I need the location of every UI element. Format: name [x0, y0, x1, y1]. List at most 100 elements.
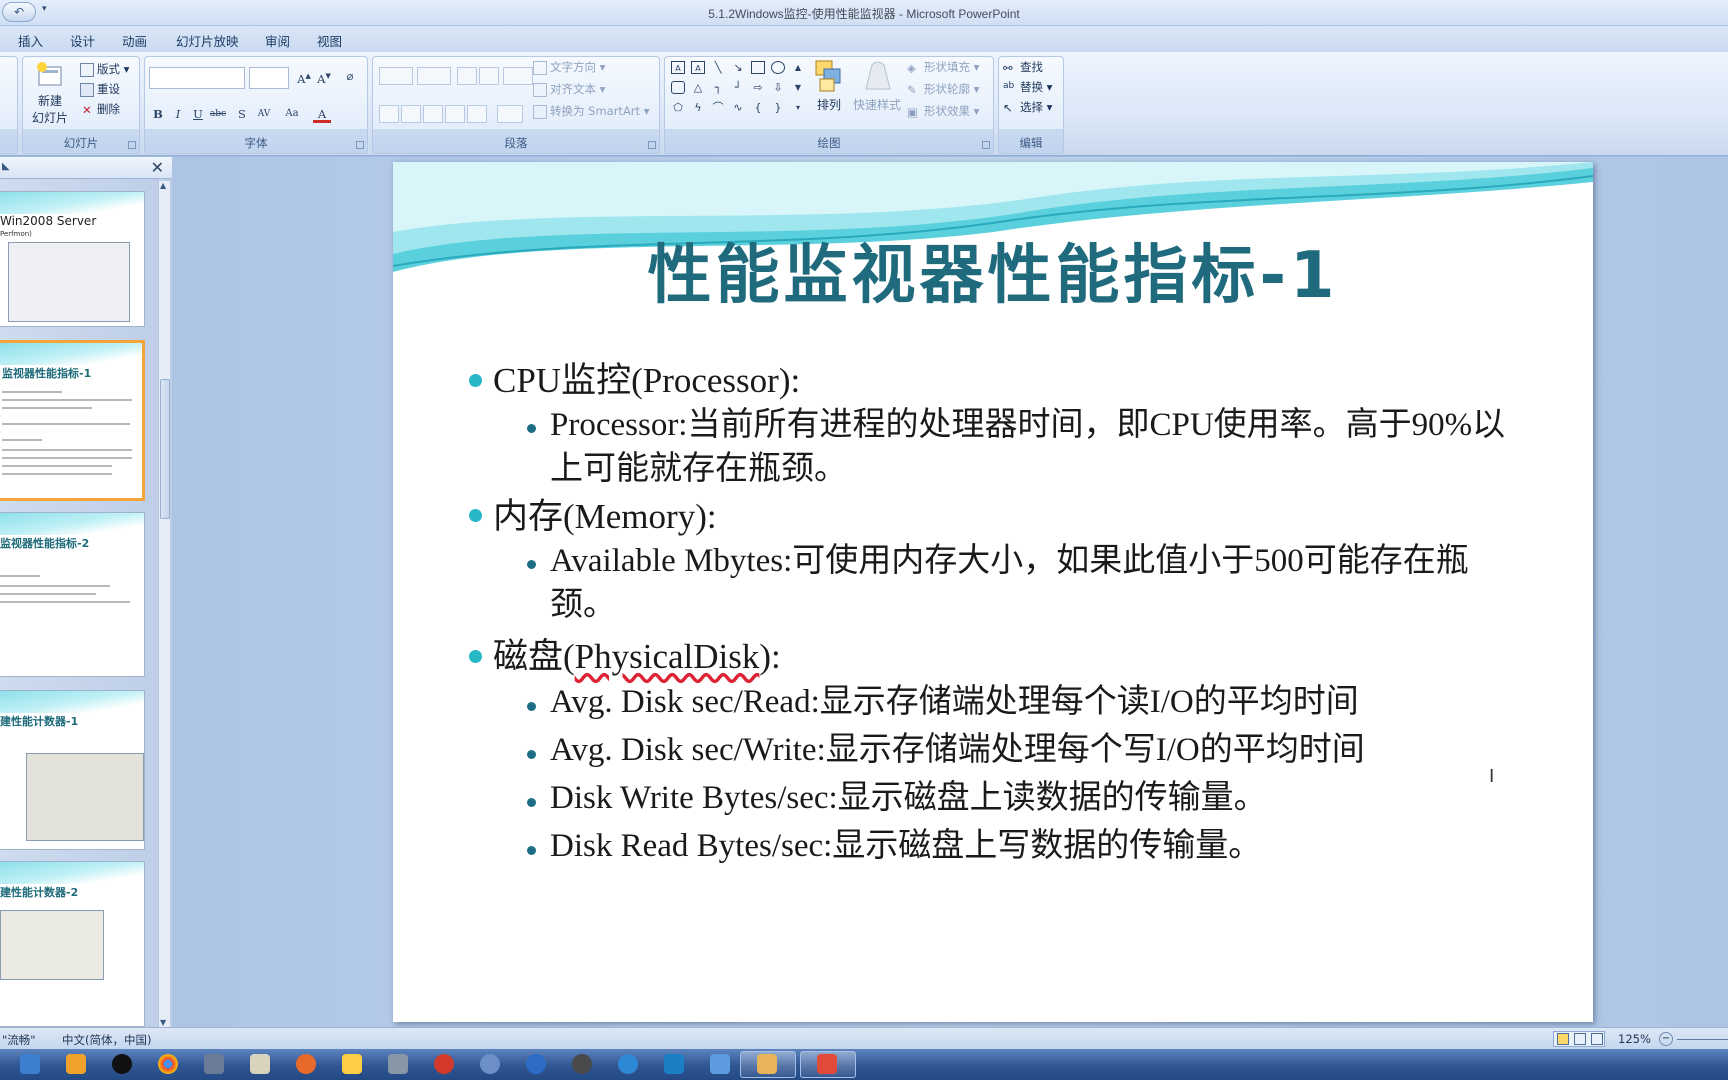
panel-close-icon[interactable]: ✕ [151, 158, 164, 177]
line-spacing-icon[interactable] [503, 67, 533, 85]
line-icon[interactable]: ╲ [711, 61, 725, 74]
media-player-icon[interactable] [66, 1054, 86, 1074]
align-center-icon[interactable] [401, 105, 421, 123]
scroll-down-icon[interactable]: ▼ [160, 1018, 166, 1027]
terminal-icon[interactable] [388, 1054, 408, 1074]
text-direction-button[interactable]: 文字方向 ▾ [533, 59, 605, 75]
scroll-up-icon[interactable]: ▲ [160, 181, 166, 190]
bold-icon[interactable]: B [149, 105, 167, 123]
rounded-rect-icon[interactable] [671, 81, 685, 94]
chrome-icon[interactable] [158, 1054, 178, 1074]
justify-icon[interactable] [445, 105, 465, 123]
drawing-group-launcher-icon[interactable] [982, 141, 990, 149]
slide-thumbnail[interactable]: 建性能计数器-1 [0, 690, 145, 850]
zoom-slider[interactable] [1677, 1039, 1728, 1040]
font-size-combo[interactable] [249, 67, 289, 89]
font-color-icon[interactable]: A [313, 105, 331, 123]
tab-design[interactable]: 设计 [70, 31, 95, 50]
sync-icon[interactable] [480, 1054, 500, 1074]
shape-outline-button[interactable]: ✎ 形状轮廓 ▾ [907, 81, 979, 97]
replace-button[interactable]: ab 替换 ▾ [1003, 79, 1052, 95]
align-left-icon[interactable] [379, 105, 399, 123]
oval-icon[interactable] [771, 61, 785, 74]
right-brace-icon[interactable]: } [771, 101, 785, 114]
view-buttons[interactable] [1553, 1031, 1605, 1047]
increase-indent-icon[interactable] [479, 67, 499, 85]
elbow-arrow-icon[interactable]: ┘ [731, 81, 745, 94]
browser-icon[interactable] [572, 1054, 592, 1074]
convert-smartart-button[interactable]: 转换为 SmartArt ▾ [533, 103, 649, 119]
network-icon[interactable] [664, 1054, 684, 1074]
firefox-icon[interactable] [296, 1054, 316, 1074]
slideshow-view-icon[interactable] [1591, 1033, 1603, 1045]
right-arrow-icon[interactable]: ⇨ [751, 81, 765, 94]
arc-icon[interactable]: ⌒ [711, 101, 725, 114]
slide-canvas[interactable]: 性能监视器性能指标-1 CPU监控(Processor): Processor:… [393, 162, 1593, 1022]
tab-insert[interactable]: 插入 [18, 31, 43, 50]
pentagon-icon[interactable]: ⬠ [671, 101, 685, 114]
slides-group-launcher-icon[interactable] [128, 141, 136, 149]
map-pin-icon[interactable] [434, 1054, 454, 1074]
tab-slideshow[interactable]: 幻灯片放映 [176, 31, 239, 50]
gallery-down-icon[interactable]: ▼ [791, 81, 805, 94]
explorer-icon[interactable] [20, 1054, 40, 1074]
vertical-textbox-icon[interactable]: A [691, 61, 705, 74]
shape-fill-button[interactable]: ◈ 形状填充 ▾ [907, 59, 979, 75]
panel-tab-icon[interactable]: ◣ [2, 161, 10, 172]
freeform-icon[interactable]: ∿ [731, 101, 745, 114]
tab-animation[interactable]: 动画 [122, 31, 147, 50]
zoom-level[interactable]: 125% [1618, 1032, 1651, 1046]
arrange-button[interactable]: 排列 [811, 59, 847, 123]
gallery-more-icon[interactable]: ▾ [791, 101, 805, 114]
italic-icon[interactable]: I [169, 105, 187, 123]
tab-view[interactable]: 视图 [317, 31, 342, 50]
sorter-view-icon[interactable] [1574, 1033, 1586, 1045]
panel-scrollbar[interactable]: ▲ ▼ [158, 181, 170, 1027]
bird-icon[interactable] [710, 1054, 730, 1074]
bullets-icon[interactable] [379, 67, 413, 85]
rectangle-icon[interactable] [751, 61, 765, 74]
folder-icon[interactable] [342, 1054, 362, 1074]
slide-thumbnail[interactable]: 监视器性能指标-2 [0, 512, 145, 677]
ie-icon[interactable] [618, 1054, 638, 1074]
shape-effects-button[interactable]: ▣ 形状效果 ▾ [907, 103, 979, 119]
paragraph-group-launcher-icon[interactable] [648, 141, 656, 149]
select-button[interactable]: ↖ 选择 ▾ [1003, 99, 1052, 115]
down-arrow-icon[interactable]: ⇩ [771, 81, 785, 94]
textbox-icon[interactable]: A [671, 61, 685, 74]
layout-button[interactable]: 版式 ▾ [80, 61, 129, 77]
new-slide-button[interactable]: 新建 幻灯片 [27, 59, 73, 125]
font-name-combo[interactable] [149, 67, 245, 89]
find-button[interactable]: ⚯ 查找 [1003, 59, 1043, 75]
normal-view-icon[interactable] [1557, 1033, 1569, 1045]
shapes-gallery[interactable]: A A ╲ ↘ △ ┐ ┘ ⇨ ⇩ ⬠ ϟ ⌒ ∿ { } ▲ ▼ ▾ [671, 61, 803, 121]
columns-icon[interactable] [497, 105, 523, 123]
reset-button[interactable]: 重设 [80, 81, 120, 97]
underline-icon[interactable]: U [189, 105, 207, 123]
clear-format-icon[interactable]: ⌀ [341, 67, 359, 85]
triangle-icon[interactable]: △ [691, 81, 705, 94]
elbow-connector-icon[interactable]: ┐ [711, 81, 725, 94]
tab-review[interactable]: 审阅 [265, 31, 290, 50]
change-case-icon[interactable]: Aa [283, 105, 301, 123]
arrow-line-icon[interactable]: ↘ [731, 61, 745, 74]
numbering-icon[interactable] [417, 67, 451, 85]
decrease-indent-icon[interactable] [457, 67, 477, 85]
slide-thumbnail-selected[interactable]: 监视器性能指标-1 [0, 340, 145, 501]
slide-thumbnail[interactable]: Win2008 Server Perfmon) [0, 191, 145, 327]
gallery-up-icon[interactable]: ▲ [791, 61, 805, 74]
char-spacing-icon[interactable]: AV [255, 105, 273, 123]
align-text-button[interactable]: 对齐文本 ▾ [533, 81, 605, 97]
grow-font-icon[interactable]: A▲ [295, 67, 313, 86]
panel-scroll-thumb[interactable] [160, 379, 170, 519]
distribute-icon[interactable] [467, 105, 487, 123]
language-indicator[interactable]: 中文(简体，中国) [62, 1032, 151, 1048]
slide-thumbnail[interactable]: 建性能计数器-2 [0, 861, 145, 1027]
font-group-launcher-icon[interactable] [356, 141, 364, 149]
left-brace-icon[interactable]: { [751, 101, 765, 114]
notepad-icon[interactable] [250, 1054, 270, 1074]
quick-styles-button[interactable]: 快速样式 [853, 59, 901, 123]
strikethrough-icon[interactable]: abc [209, 105, 227, 123]
align-right-icon[interactable] [423, 105, 443, 123]
shrink-font-icon[interactable]: A▼ [315, 67, 333, 86]
